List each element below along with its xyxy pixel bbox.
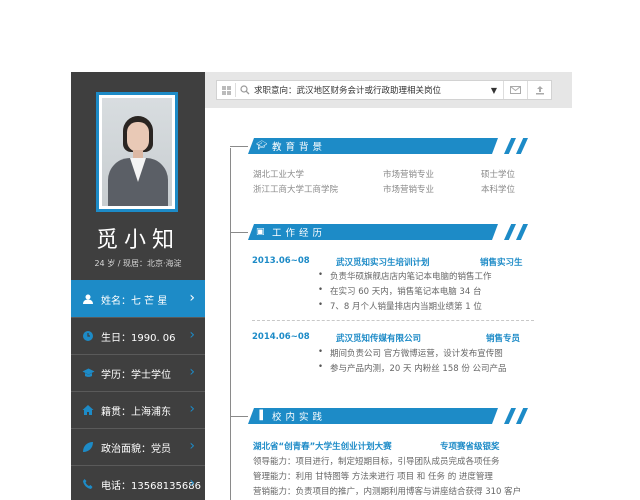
dropdown-arrow-icon[interactable]: ▼	[485, 86, 503, 95]
info-label: 电话：13568135686	[101, 480, 201, 492]
sidebar: 觅小知 24 岁 / 现居：北京·海淀 姓名：七 芒 星 › 生日：1990. …	[71, 72, 205, 500]
section-header-work: ▣ 工作经历	[248, 224, 530, 240]
job-role: 销售实习生	[480, 258, 523, 268]
info-label: 姓名：七 芒 星	[101, 295, 168, 307]
chevron-right-icon: ›	[189, 475, 195, 491]
profile-photo-frame	[96, 92, 178, 212]
mail-icon[interactable]	[503, 81, 527, 99]
info-item-hometown[interactable]: 籍贯：上海浦东 ›	[71, 391, 205, 428]
chevron-right-icon: ›	[189, 401, 195, 417]
major: 市场营销专业	[383, 170, 435, 180]
chevron-right-icon: ›	[189, 327, 195, 343]
campus-line: 领导能力：项目进行，制定短期目标，引导团队成员完成各项任务	[253, 457, 500, 467]
info-label: 籍贯：上海浦东	[101, 406, 171, 418]
chevron-right-icon: ›	[189, 364, 195, 380]
section-title: 校内实践	[272, 412, 327, 423]
briefcase-icon: ▣	[256, 227, 265, 237]
job-role: 销售专员	[486, 334, 521, 344]
info-label: 政治面貌：党员	[101, 443, 171, 455]
separator	[252, 320, 534, 321]
info-list: 姓名：七 芒 星 › 生日：1990. 06 › 学历：学士学位 › 籍贯：上海…	[71, 280, 205, 500]
section-title: 工作经历	[272, 228, 327, 239]
info-label: 生日：1990. 06	[101, 332, 176, 344]
leaf-icon	[81, 440, 95, 454]
info-item-education[interactable]: 学历：学士学位 ›	[71, 354, 205, 391]
chevron-right-icon: ›	[189, 290, 195, 306]
campus-line: 营销能力：负责项目的推广，内测期利用博客与讲座结合获得 310 客户	[253, 487, 522, 497]
info-item-phone[interactable]: 电话：13568135686 ›	[71, 465, 205, 500]
campus-event: 湖北省“创青春”大学生创业计划大赛	[253, 442, 392, 452]
info-item-birthday[interactable]: 生日：1990. 06 ›	[71, 317, 205, 354]
section-header-education: 🎓︎ 教育背景	[248, 138, 530, 154]
chevron-right-icon: ›	[189, 438, 195, 454]
campus-award: 专项赛省级银奖	[440, 442, 500, 452]
info-item-political[interactable]: 政治面貌：党员 ›	[71, 428, 205, 465]
candidate-name: 觅小知	[95, 228, 180, 253]
timeline-connector	[230, 146, 248, 147]
job-date: 2014.06~08	[252, 332, 310, 342]
job-bullet: 负责华硕旗舰店店内笔记本电脑的销售工作	[318, 270, 491, 282]
job-company: 武汉觅知实习生培训计划	[336, 258, 430, 268]
school: 湖北工业大学	[253, 170, 305, 180]
search-icon[interactable]	[236, 85, 254, 95]
windows-icon	[217, 85, 235, 95]
major: 市场营销专业	[383, 185, 435, 195]
timeline-line	[230, 148, 231, 500]
section-header-campus: ▐ 校内实践	[248, 408, 530, 424]
job-bullet: 参与产品内测，20 天 内粉丝 158 份 公司产品	[318, 362, 507, 374]
graduation-cap-icon: 🎓︎	[256, 141, 268, 151]
info-item-name[interactable]: 姓名：七 芒 星 ›	[71, 280, 205, 317]
job-bullet: 7、8 月个人销量排店内当期业绩第 1 位	[318, 300, 482, 312]
profile-photo	[102, 98, 172, 206]
job-date: 2013.06~08	[252, 256, 310, 266]
job-bullet: 在实习 60 天内，销售笔记本电脑 34 台	[318, 285, 481, 297]
phone-icon	[81, 477, 95, 491]
timeline-connector	[230, 416, 248, 417]
upload-icon[interactable]	[527, 81, 551, 99]
candidate-meta: 24 岁 / 现居：北京·海淀	[94, 259, 182, 268]
home-icon	[81, 403, 95, 417]
top-bar: 求职意向：武汉地区财务会计或行政助理相关岗位 ▼	[205, 72, 572, 108]
job-intention-text: 求职意向：武汉地区财务会计或行政助理相关岗位	[254, 86, 442, 96]
timeline-connector	[230, 232, 248, 233]
chart-icon: ▐	[256, 411, 263, 421]
school: 浙江工商大学工商学院	[253, 185, 339, 195]
degree: 本科学位	[481, 185, 516, 195]
job-bullet: 期间负责公司 官方微博运营，设计发布宣传图	[318, 347, 503, 359]
resume-page: 觅小知 24 岁 / 现居：北京·海淀 姓名：七 芒 星 › 生日：1990. …	[0, 0, 640, 500]
user-icon	[81, 292, 95, 306]
job-intention-search[interactable]: 求职意向：武汉地区财务会计或行政助理相关岗位 ▼	[216, 80, 552, 100]
degree: 硕士学位	[481, 170, 516, 180]
campus-line: 管理能力：利用 甘特图等 方法来进行 项目 和 任务 的 进度管理	[253, 472, 493, 482]
clock-icon	[81, 329, 95, 343]
section-title: 教育背景	[272, 142, 327, 153]
graduation-icon	[81, 366, 95, 380]
info-label: 学历：学士学位	[101, 369, 171, 381]
job-company: 武汉觅知传媒有限公司	[336, 334, 422, 344]
